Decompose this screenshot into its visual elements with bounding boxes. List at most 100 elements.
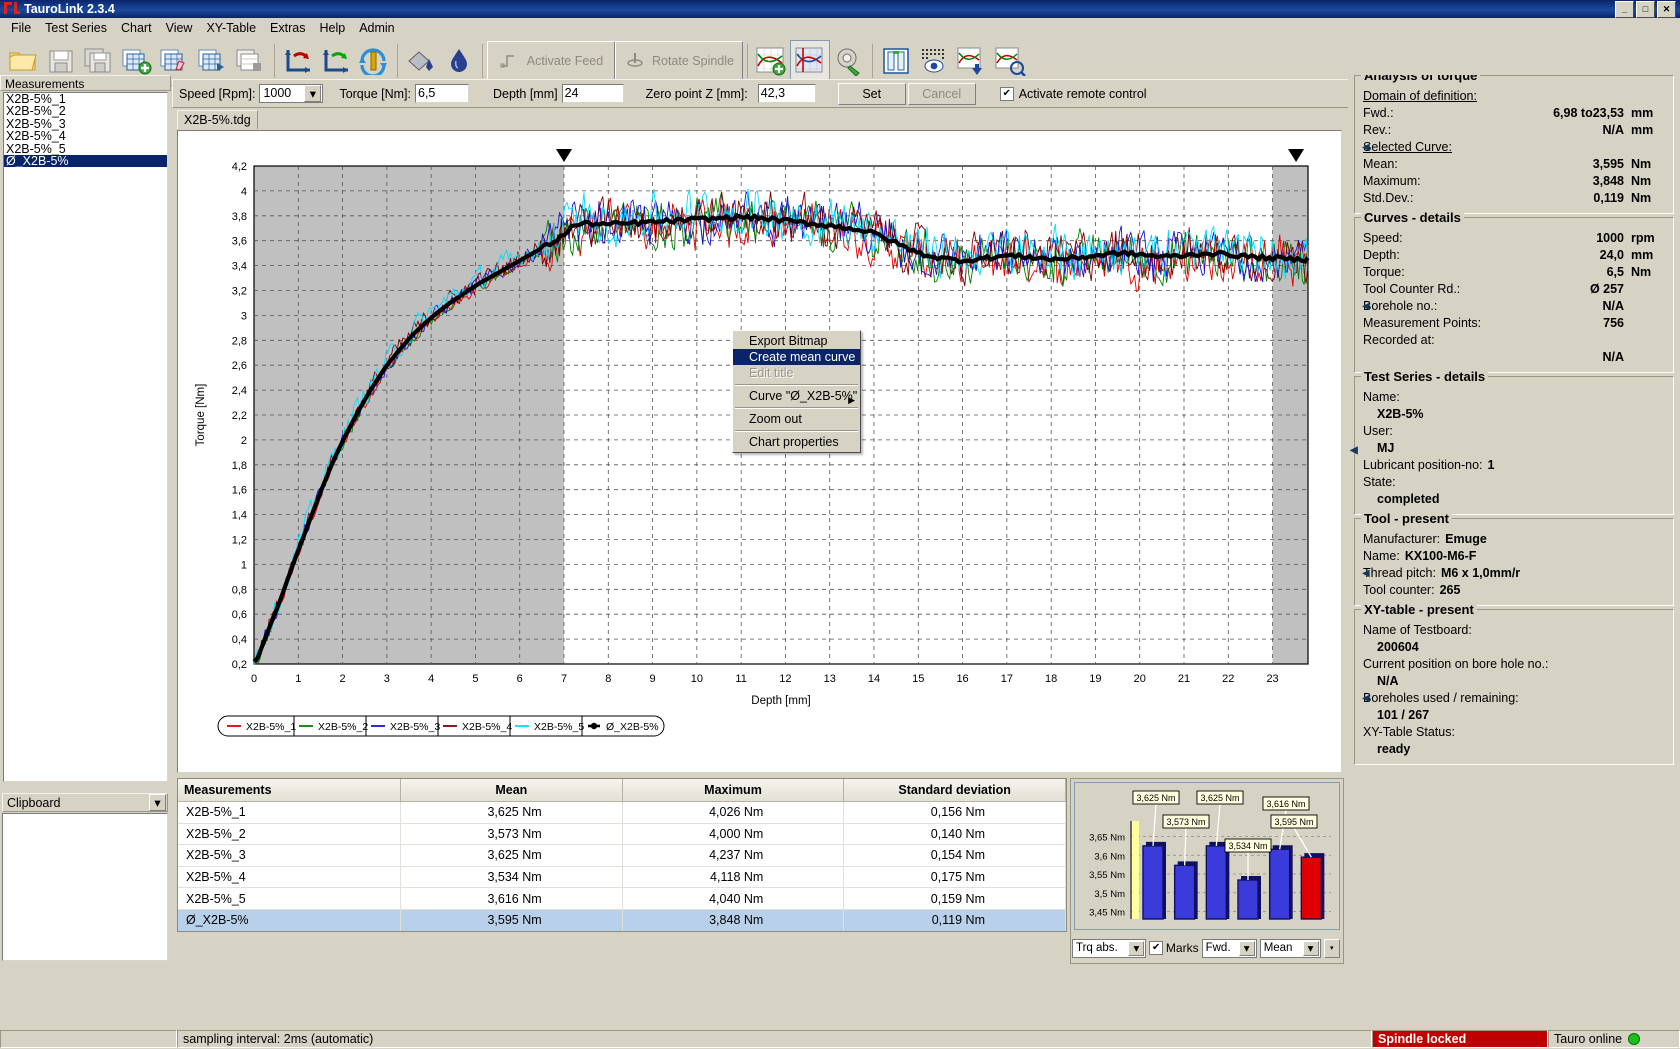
menu-item-admin[interactable]: Admin <box>352 19 401 37</box>
close-button[interactable]: ✕ <box>1657 0 1676 18</box>
redo-axis-icon[interactable] <box>317 41 355 81</box>
collapse-arrow-icon[interactable]: ◀ <box>1362 565 1370 582</box>
svg-text:20: 20 <box>1134 673 1146 685</box>
context-menu-item-curve-submenu[interactable]: Curve "Ø_X2B-5%" ▶ <box>733 388 860 405</box>
series-state-value: completed <box>1377 492 1440 506</box>
clipboard-combo[interactable]: Clipboard ▾ <box>2 793 168 812</box>
svg-text:9: 9 <box>650 673 656 685</box>
menu-item-file[interactable]: File <box>4 19 38 37</box>
maximize-button[interactable]: □ <box>1636 0 1655 18</box>
chevron-down-icon[interactable]: ▾ <box>149 794 166 811</box>
table-row[interactable]: X2B-5%_5 3,616 Nm 4,040 Nm 0,159 Nm <box>178 887 1066 910</box>
zero-point-input[interactable]: 42,3 <box>757 84 816 103</box>
col-standard-deviation[interactable]: Standard deviation <box>843 779 1066 802</box>
matrix-view-icon[interactable] <box>915 41 953 81</box>
marks-checkbox[interactable]: ✔ <box>1149 941 1163 955</box>
tool-name-value: KX100-M6-F <box>1404 549 1477 563</box>
svg-text:3,625 Nm: 3,625 Nm <box>1200 793 1239 803</box>
menu-item-test-series[interactable]: Test Series <box>38 19 114 37</box>
speed-combo[interactable]: 1000 ▾ <box>259 84 324 103</box>
list-item[interactable]: X2B-5%_2 <box>4 105 167 118</box>
direction-select[interactable]: Fwd. ▾ <box>1201 938 1257 958</box>
table-row[interactable]: X2B-5%_2 3,573 Nm 4,000 Nm 0,140 Nm <box>178 823 1066 846</box>
collapse-arrow-icon[interactable]: ◀ <box>1350 442 1358 459</box>
collapse-arrow-icon[interactable]: ◀ <box>1362 298 1370 315</box>
svg-text:17: 17 <box>1001 673 1013 685</box>
set-button[interactable]: Set <box>837 82 906 105</box>
remote-control-checkbox[interactable]: ✔ <box>999 86 1014 101</box>
export-table-icon[interactable] <box>194 41 232 81</box>
context-menu-item-export-bitmap[interactable]: Export Bitmap <box>733 333 860 349</box>
col-mean[interactable]: Mean <box>400 779 623 802</box>
menu-item-extras[interactable]: Extras <box>263 19 312 37</box>
chevron-down-icon[interactable]: ▾ <box>1128 940 1145 956</box>
torque-input[interactable]: 6,5 <box>415 84 469 103</box>
panel-view-icon[interactable] <box>877 41 915 81</box>
activate-feed-button[interactable]: Activate Feed <box>487 41 615 81</box>
context-menu-item-chart-properties[interactable]: Chart properties <box>733 434 860 450</box>
status-bar: sampling interval: 2ms (automatic) Spind… <box>0 1029 1680 1049</box>
toolbar-separator <box>747 44 748 78</box>
collapse-arrow-icon[interactable]: ◀ <box>1362 139 1370 156</box>
curve-torque-unit: Nm <box>1631 265 1652 279</box>
chevron-down-icon[interactable]: ▾ <box>304 85 322 102</box>
export-chart-icon[interactable] <box>953 41 991 81</box>
minimize-button[interactable]: _ <box>1615 0 1634 18</box>
measurements-header: Measurements <box>0 75 171 91</box>
menu-item-help[interactable]: Help <box>312 19 352 37</box>
table-row[interactable]: X2B-5%_4 3,534 Nm 4,118 Nm 0,175 Nm <box>178 866 1066 889</box>
stat-select[interactable]: Mean ▾ <box>1259 938 1321 958</box>
copy-table-icon[interactable] <box>232 41 270 81</box>
context-menu-item-create-mean-curve[interactable]: Create mean curve <box>733 349 860 365</box>
context-menu-item-zoom-out[interactable]: Zoom out <box>733 411 860 427</box>
summary-bar-canvas[interactable]: 3,65 Nm 3,6 Nm 3,55 Nm 3,5 Nm 3,45 Nm 3,625 N… <box>1075 783 1337 927</box>
coolant-drop-icon[interactable] <box>440 41 478 81</box>
chart-select-icon[interactable] <box>790 40 830 82</box>
svg-text:13: 13 <box>824 673 836 685</box>
chart-context-menu[interactable]: Export Bitmap Create mean curve Edit tit… <box>732 330 861 453</box>
scroll-down-button[interactable]: ▾ <box>1323 938 1341 958</box>
marks-label: Marks <box>1165 941 1199 955</box>
refresh-spindle-icon[interactable] <box>355 41 393 81</box>
col-maximum[interactable]: Maximum <box>622 779 845 802</box>
unit-select[interactable]: Trq abs. ▾ <box>1072 938 1147 958</box>
undo-axis-icon[interactable] <box>279 41 317 81</box>
chart-settings-icon[interactable] <box>830 41 868 81</box>
boreholes-value: 101 / 267 <box>1377 708 1430 722</box>
paint-bucket-icon[interactable] <box>402 41 440 81</box>
menu-item-chart[interactable]: Chart <box>114 19 159 37</box>
spindle-icon <box>627 53 643 67</box>
clipboard-body[interactable] <box>2 813 168 961</box>
analysis-of-torque-group: Analysis of torque Domain of definition:… <box>1354 75 1674 214</box>
details-panel: Analysis of torque Domain of definition:… <box>1348 75 1680 1029</box>
tool-counter-value: 265 <box>1439 583 1461 597</box>
chevron-down-icon[interactable]: ▾ <box>1302 940 1319 956</box>
table-row[interactable]: X2B-5%_3 3,625 Nm 4,237 Nm 0,154 Nm <box>178 844 1066 867</box>
add-chart-icon[interactable] <box>752 41 790 81</box>
direction-select-value: Fwd. <box>1205 942 1231 954</box>
rotate-spindle-label: Rotate Spindle <box>651 54 734 68</box>
list-item-selected[interactable]: Ø_X2B-5% <box>4 154 167 167</box>
list-item[interactable]: X2B-5%_4 <box>4 130 167 143</box>
svg-text:3,625 Nm: 3,625 Nm <box>1136 793 1175 803</box>
cell-mean: 3,625 Nm <box>400 844 623 867</box>
rotate-spindle-button[interactable]: Rotate Spindle <box>615 41 743 81</box>
measurements-listbox[interactable]: X2B-5%_1 X2B-5%_2 X2B-5%_3 X2B-5%_4 X2B-… <box>3 92 168 782</box>
menu-item-view[interactable]: View <box>159 19 200 37</box>
menu-item-xy-table[interactable]: XY-Table <box>199 19 263 37</box>
chevron-down-icon[interactable]: ▾ <box>1238 940 1255 956</box>
measurement-points-label: Measurement Points: <box>1363 316 1482 330</box>
svg-text:1,6: 1,6 <box>232 485 247 497</box>
col-measurements[interactable]: Measurements <box>178 779 401 802</box>
status-empty-left <box>0 1030 177 1048</box>
depth-input[interactable]: 24 <box>561 84 624 103</box>
svg-text:2,2: 2,2 <box>232 410 247 422</box>
rev-value: N/A <box>1602 123 1624 137</box>
table-row-selected[interactable]: Ø_X2B-5% 3,595 Nm 3,848 Nm 0,119 Nm <box>178 909 1066 931</box>
summary-bar-chart[interactable]: 3,65 Nm 3,6 Nm 3,55 Nm 3,5 Nm 3,45 Nm 3,625 N… <box>1074 782 1340 930</box>
collapse-arrow-icon[interactable]: ◀ <box>1362 690 1370 707</box>
analyze-chart-icon[interactable] <box>991 41 1029 81</box>
measurements-table[interactable]: Measurements Mean Maximum Standard devia… <box>177 778 1067 932</box>
table-row[interactable]: X2B-5%_1 3,625 Nm 4,026 Nm 0,156 Nm <box>178 801 1066 824</box>
tab-x2b-5-tdg[interactable]: X2B-5%.tdg <box>177 110 258 129</box>
